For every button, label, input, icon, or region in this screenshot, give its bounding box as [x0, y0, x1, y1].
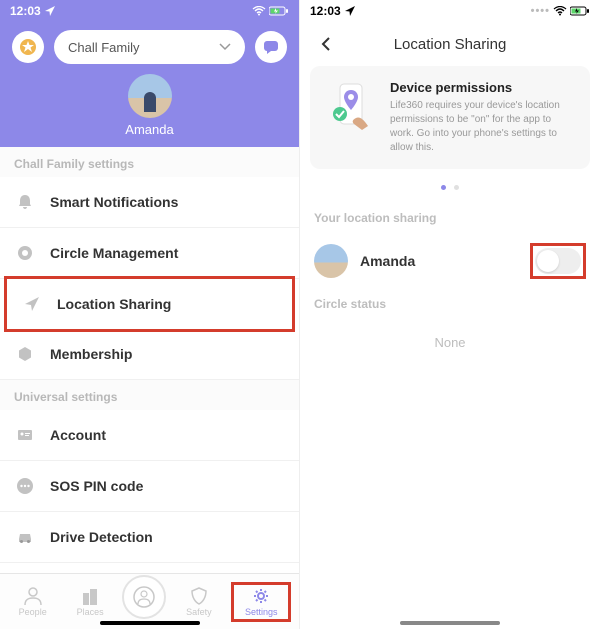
- tab-label: People: [19, 607, 47, 617]
- building-icon: [80, 587, 100, 605]
- section-header-universal: Universal settings: [0, 380, 299, 410]
- status-time: 12:03: [10, 4, 41, 18]
- list-item-label: Circle Management: [50, 245, 178, 261]
- list-item-sos-pin[interactable]: SOS PIN code: [0, 461, 299, 512]
- tab-label: Places: [77, 607, 104, 617]
- status-bar: 12:03 ••••: [300, 0, 600, 22]
- carousel-dots: [300, 177, 600, 195]
- card-body: Life360 requires your device's location …: [390, 99, 565, 155]
- list-item-circle-management[interactable]: Circle Management: [0, 228, 299, 279]
- section-header-circle: Chall Family settings: [0, 147, 299, 177]
- wifi-icon: [553, 6, 567, 16]
- star-badge-icon: [19, 38, 37, 56]
- bell-icon: [14, 191, 36, 213]
- list-item-membership[interactable]: Membership: [0, 329, 299, 380]
- header: Chall Family Amanda: [0, 22, 299, 147]
- status-bar: 12:03: [0, 0, 299, 22]
- circle-status-empty: None: [300, 319, 600, 366]
- dots-icon: [14, 475, 36, 497]
- dot-inactive: [454, 185, 459, 190]
- messages-button[interactable]: [255, 31, 287, 63]
- circle-selector[interactable]: Chall Family: [54, 30, 245, 64]
- tab-safety[interactable]: Safety: [174, 587, 224, 617]
- profile-name: Amanda: [125, 122, 173, 137]
- dot-active: [441, 185, 446, 190]
- gear-icon: [251, 587, 271, 605]
- circle-selector-label: Chall Family: [68, 40, 140, 55]
- list-item-account[interactable]: Account: [0, 410, 299, 461]
- signal-dots: ••••: [531, 5, 550, 17]
- header: Location Sharing: [300, 22, 600, 66]
- shield-icon: [189, 587, 209, 605]
- location-arrow-icon: [345, 6, 355, 16]
- home-indicator[interactable]: [100, 621, 200, 625]
- hexagon-icon: [14, 343, 36, 365]
- list-item-label: Membership: [50, 346, 132, 362]
- chat-icon: [263, 39, 279, 55]
- tab-label: Settings: [245, 607, 278, 617]
- car-icon: [14, 526, 36, 548]
- page-title: Location Sharing: [300, 36, 600, 53]
- sharing-user-name: Amanda: [360, 253, 415, 269]
- toggle-knob: [537, 250, 559, 272]
- toggle-highlight: [530, 243, 586, 279]
- circle-icon: [14, 242, 36, 264]
- location-arrow-icon: [21, 293, 43, 315]
- settings-screen: 12:03 Chall Family Amanda Chall Family s…: [0, 0, 300, 629]
- list-item-label: Location Sharing: [57, 296, 171, 312]
- tab-settings[interactable]: Settings: [236, 587, 286, 617]
- tab-people[interactable]: People: [8, 587, 58, 617]
- tab-label: Safety: [186, 607, 212, 617]
- device-permissions-card[interactable]: Device permissions Life360 requires your…: [310, 66, 590, 169]
- location-arrow-icon: [45, 6, 55, 16]
- section-header-circle-status: Circle status: [300, 289, 600, 319]
- list-item-privacy-security[interactable]: Privacy & Security: [0, 563, 299, 573]
- list-item-label: SOS PIN code: [50, 478, 143, 494]
- battery-icon: [269, 6, 289, 16]
- location-sharing-screen: 12:03 •••• Location Sharing: [300, 0, 600, 629]
- wifi-icon: [252, 6, 266, 16]
- location-sharing-toggle[interactable]: [535, 248, 581, 274]
- home-indicator[interactable]: [400, 621, 500, 625]
- avatar[interactable]: [314, 244, 348, 278]
- person-icon: [23, 587, 43, 605]
- settings-list: Chall Family settings Smart Notification…: [0, 147, 299, 573]
- tab-settings-highlight: Settings: [231, 582, 291, 622]
- sharing-row: Amanda: [300, 233, 600, 289]
- card-icon: [14, 424, 36, 446]
- status-time: 12:03: [310, 4, 341, 18]
- section-header-sharing: Your location sharing: [300, 203, 600, 233]
- list-item-label: Smart Notifications: [50, 194, 178, 210]
- avatar[interactable]: [128, 74, 172, 118]
- list-item-drive-detection[interactable]: Drive Detection: [0, 512, 299, 563]
- list-item-label: Account: [50, 427, 106, 443]
- avatar-outline-icon: [132, 585, 156, 609]
- list-item-smart-notifications[interactable]: Smart Notifications: [0, 177, 299, 228]
- tab-center-button[interactable]: [122, 575, 166, 619]
- list-item-location-sharing[interactable]: Location Sharing: [4, 276, 295, 332]
- chevron-down-icon: [219, 43, 231, 51]
- badge-button[interactable]: [12, 31, 44, 63]
- list-item-label: Drive Detection: [50, 529, 153, 545]
- tab-places[interactable]: Places: [65, 587, 115, 617]
- battery-icon: [570, 6, 590, 16]
- back-button[interactable]: [314, 32, 338, 56]
- card-title: Device permissions: [390, 80, 565, 95]
- chevron-left-icon: [320, 36, 332, 52]
- permissions-illustration: [324, 80, 378, 134]
